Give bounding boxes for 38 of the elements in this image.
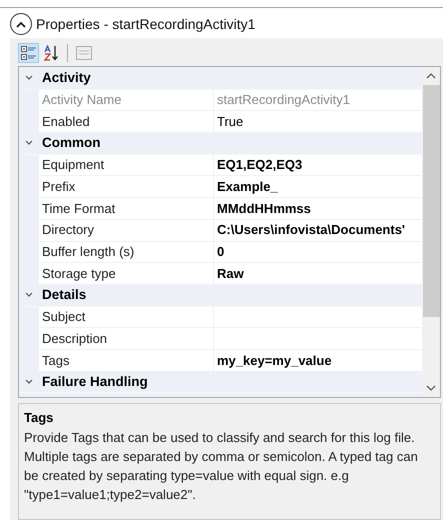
property-name-cell: Storage type (39, 263, 214, 285)
category-label: Failure Handling (41, 372, 148, 391)
property-name-cell: Directory (39, 220, 214, 242)
scroll-thumb[interactable] (422, 85, 440, 317)
property-name-cell: Description (39, 328, 214, 350)
chevron-icon[interactable] (25, 378, 33, 385)
category-label: Activity (41, 69, 91, 88)
chevron-icon[interactable] (25, 292, 33, 298)
property-name-cell: Buffer length (s) (39, 242, 214, 264)
categorized-view-icon (20, 46, 36, 60)
property-value-field[interactable] (214, 306, 422, 328)
categorized-button[interactable] (18, 43, 39, 63)
category-label: Details (41, 286, 86, 304)
chevron-icon[interactable] (25, 140, 33, 146)
collapse-button[interactable] (10, 13, 32, 35)
description-title: Tags (24, 409, 54, 427)
property-name-cell: Enabled (39, 111, 214, 134)
chevron-icon[interactable] (25, 75, 33, 82)
property-value-field[interactable]: C:\Users\infovista\Documents' (214, 220, 422, 242)
chevron-icon (16, 20, 26, 28)
property-value-field[interactable]: my_key=my_value (214, 350, 422, 372)
panel-title: Properties - startRecordingActivity1 (36, 14, 256, 34)
property-value-field[interactable]: EQ1,EQ2,EQ3 (214, 154, 422, 176)
description-text: Provide Tags that can be used to classify and search for this log file. Multiple tags are separated by comma or semicolon. A typed tag can be created by separating type=value with equal sign. e.g "type1=value1;type2=value2". (24, 428, 419, 504)
sort-alphabetical-icon (44, 45, 60, 61)
property-value-field[interactable]: 0 (214, 242, 422, 264)
property-name-cell: Equipment (39, 154, 214, 176)
category-label: Common (41, 134, 100, 152)
property-name-cell: Time Format (39, 198, 214, 220)
property-value-field[interactable]: Raw (214, 263, 422, 285)
property-name-cell: Prefix (39, 176, 214, 198)
property-name-cell: Subject (39, 306, 214, 328)
property-pages-icon (76, 46, 92, 60)
property-name-cell: Tags (39, 350, 214, 372)
property-value-field[interactable]: True (214, 111, 422, 134)
property-value-field[interactable]: MMddHHmmss (214, 198, 422, 220)
property-value-field[interactable]: Example_ (214, 176, 422, 198)
property-name-cell: Activity Name (39, 90, 214, 112)
